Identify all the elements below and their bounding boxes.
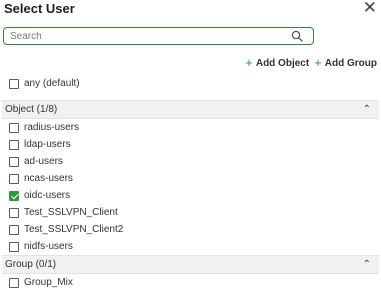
- list-item-any[interactable]: any (default): [2, 75, 379, 92]
- add-object-label: Add Object: [255, 57, 310, 69]
- group-group-title: Group (0/1): [5, 259, 57, 270]
- item-label: Test_SSLVPN_Client2: [24, 224, 124, 235]
- search-input[interactable]: [10, 29, 280, 43]
- plus-icon: +: [314, 55, 322, 70]
- action-bar: + Add Object + Add Group: [245, 56, 377, 70]
- add-group-button[interactable]: + Add Group: [314, 55, 377, 70]
- checkbox-checked[interactable]: [9, 190, 19, 201]
- search-box[interactable]: [3, 27, 314, 45]
- plus-icon: +: [245, 55, 253, 70]
- object-group-header[interactable]: Object (1/8) ⌃: [2, 100, 379, 118]
- item-label: any (default): [24, 78, 80, 89]
- list-item[interactable]: Group_Mix: [2, 274, 379, 289]
- list-item[interactable]: nidfs-users: [2, 238, 379, 255]
- add-group-label: Add Group: [324, 57, 377, 69]
- dialog-header: Select User ✕: [0, 0, 381, 20]
- item-label: nidfs-users: [24, 241, 73, 252]
- checkbox[interactable]: [9, 173, 19, 184]
- checkbox[interactable]: [9, 156, 19, 167]
- search-icon[interactable]: [291, 30, 303, 42]
- checkbox[interactable]: [9, 224, 19, 235]
- group-group-header[interactable]: Group (0/1) ⌃: [2, 255, 379, 273]
- item-label: oidc-users: [24, 190, 71, 201]
- item-label: Test_SSLVPN_Client: [24, 207, 118, 218]
- item-label: ncas-users: [24, 173, 73, 184]
- group-items: Group_Mix: [2, 274, 379, 289]
- item-label: radius-users: [24, 122, 80, 133]
- list-item[interactable]: ldap-users: [2, 136, 379, 153]
- add-object-button[interactable]: + Add Object: [245, 55, 310, 70]
- checkbox[interactable]: [9, 241, 19, 252]
- checkbox[interactable]: [9, 122, 19, 133]
- object-items: radius-users ldap-users ad-users ncas-users…: [2, 119, 379, 255]
- checkbox[interactable]: [9, 78, 19, 89]
- list-item[interactable]: ncas-users: [2, 170, 379, 187]
- list-item[interactable]: oidc-users: [2, 187, 379, 204]
- chevron-up-icon[interactable]: ⌃: [363, 104, 371, 115]
- list-item[interactable]: radius-users: [2, 119, 379, 136]
- checkbox[interactable]: [9, 207, 19, 218]
- item-label: ad-users: [24, 156, 63, 167]
- dialog-title: Select User: [4, 1, 75, 16]
- chevron-up-icon[interactable]: ⌃: [363, 259, 371, 270]
- selection-list: any (default) Object (1/8) ⌃ radius-user…: [2, 75, 379, 289]
- list-item[interactable]: Test_SSLVPN_Client: [2, 204, 379, 221]
- close-icon[interactable]: ✕: [363, 0, 377, 17]
- checkbox[interactable]: [9, 139, 19, 150]
- list-item[interactable]: ad-users: [2, 153, 379, 170]
- checkbox[interactable]: [9, 277, 19, 288]
- item-label: Group_Mix: [24, 277, 73, 288]
- item-label: ldap-users: [24, 139, 71, 150]
- object-group-title: Object (1/8): [5, 104, 58, 115]
- list-item[interactable]: Test_SSLVPN_Client2: [2, 221, 379, 238]
